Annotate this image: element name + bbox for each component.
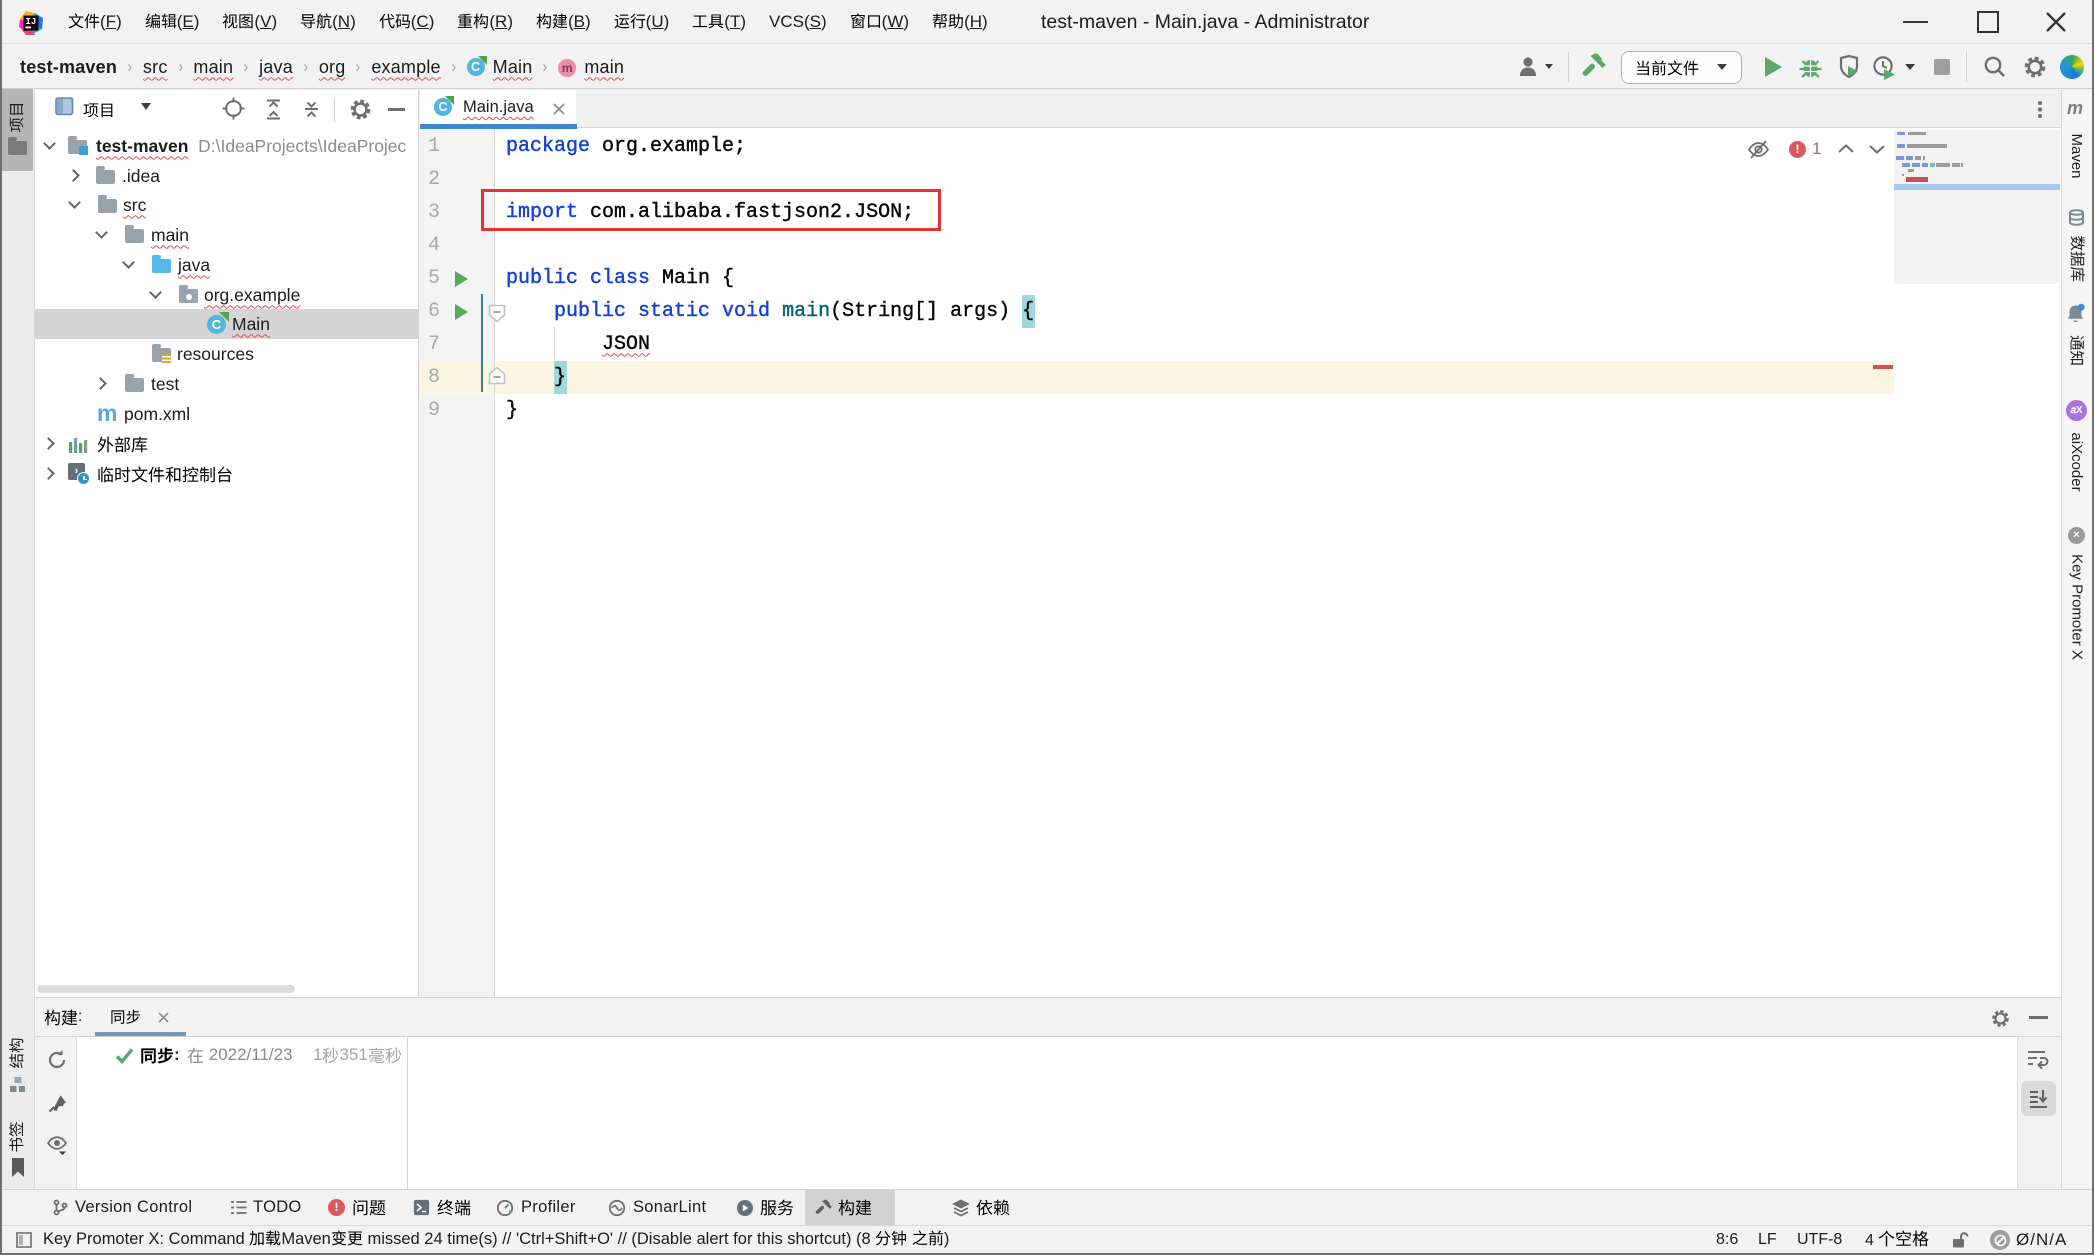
svg-text:IJ: IJ [26,17,37,27]
